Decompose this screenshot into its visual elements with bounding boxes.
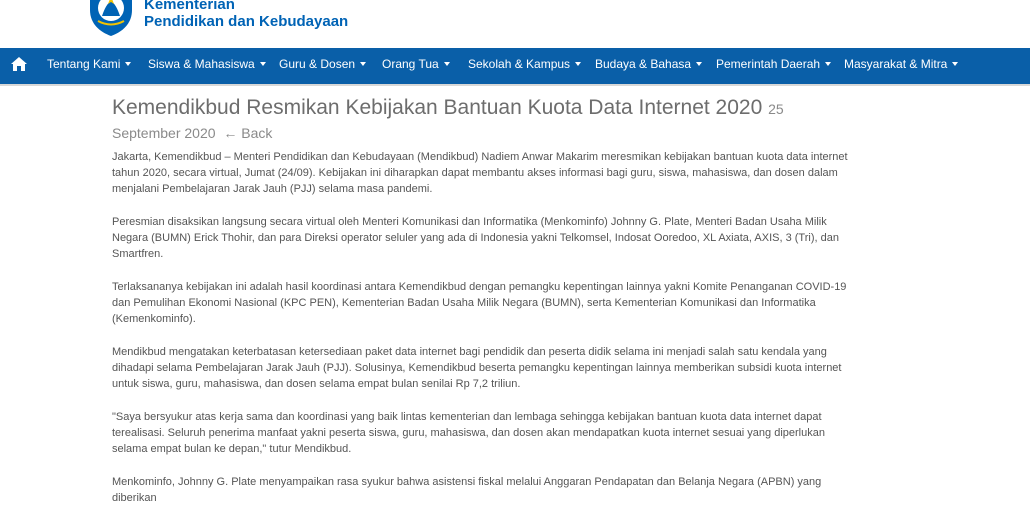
back-link[interactable]: ← Back [223,125,272,141]
article-date-day: 25 [768,101,784,117]
nav-item-orang-tua[interactable]: Orang Tua [382,57,450,71]
nav-item-pemerintah-daerah[interactable]: Pemerintah Daerah [716,57,832,71]
caret-down-icon [825,62,832,66]
article-date-rest: September 2020 [112,125,216,141]
nav-item-tentang-kami[interactable]: Tentang Kami [47,57,132,71]
article-paragraph: Peresmian disaksikan langsung secara vir… [112,216,839,260]
brand-name[interactable]: Kementerian Pendidikan dan Kebudayaan [144,0,348,30]
nav-label: Orang Tua [382,57,439,71]
nav-label: Sekolah & Kampus [468,57,571,71]
nav-label: Budaya & Bahasa [595,57,692,71]
article-paragraph: Jakarta, Kemendikbud – Menteri Pendidika… [112,151,848,195]
article-date-line: September 2020 ← Back [112,124,272,142]
nav-item-sekolah-kampus[interactable]: Sekolah & Kampus [468,57,582,71]
article-paragraph: Terlaksananya kebijakan ini adalah hasil… [112,281,847,325]
nav-item-siswa-mahasiswa[interactable]: Siswa & Mahasiswa [148,57,266,71]
caret-down-icon [125,62,132,66]
nav-label: Tentang Kami [47,57,121,71]
nav-label: Guru & Dosen [279,57,356,71]
site-header: Kementerian Pendidikan dan Kebudayaan [0,0,1030,48]
brand-line-1: Kementerian [144,0,235,13]
article-title: Kemendikbud Resmikan Kebijakan Bantuan K… [112,95,892,122]
nav-item-guru-dosen[interactable]: Guru & Dosen [279,57,367,71]
main-navbar: Tentang Kami Siswa & Mahasiswa Guru & Do… [0,48,1030,86]
nav-label: Masyarakat & Mitra [844,57,948,71]
caret-down-icon [696,62,703,66]
caret-down-icon [259,62,266,66]
caret-down-icon [443,62,450,66]
brand-line-2: Pendidikan dan Kebudayaan [144,13,349,30]
nav-item-masyarakat-mitra[interactable]: Masyarakat & Mitra [844,57,959,71]
caret-down-icon [575,62,582,66]
article-paragraph: Menkominfo, Johnny G. Plate menyampaikan… [112,476,822,504]
caret-down-icon [360,62,367,66]
article-title-text: Kemendikbud Resmikan Kebijakan Bantuan K… [112,96,763,119]
article-paragraph: Mendikbud mengatakan keterbatasan keters… [112,346,842,390]
article-paragraph: "Saya bersyukur atas kerja sama dan koor… [112,411,825,455]
home-icon[interactable] [10,56,28,72]
nav-item-budaya-bahasa[interactable]: Budaya & Bahasa [595,57,703,71]
tut-wuri-handayani-logo[interactable] [84,0,138,38]
nav-label: Siswa & Mahasiswa [148,57,255,71]
nav-label: Pemerintah Daerah [716,57,821,71]
article-body: Jakarta, Kemendikbud – Menteri Pendidika… [112,149,857,523]
caret-down-icon [952,62,959,66]
